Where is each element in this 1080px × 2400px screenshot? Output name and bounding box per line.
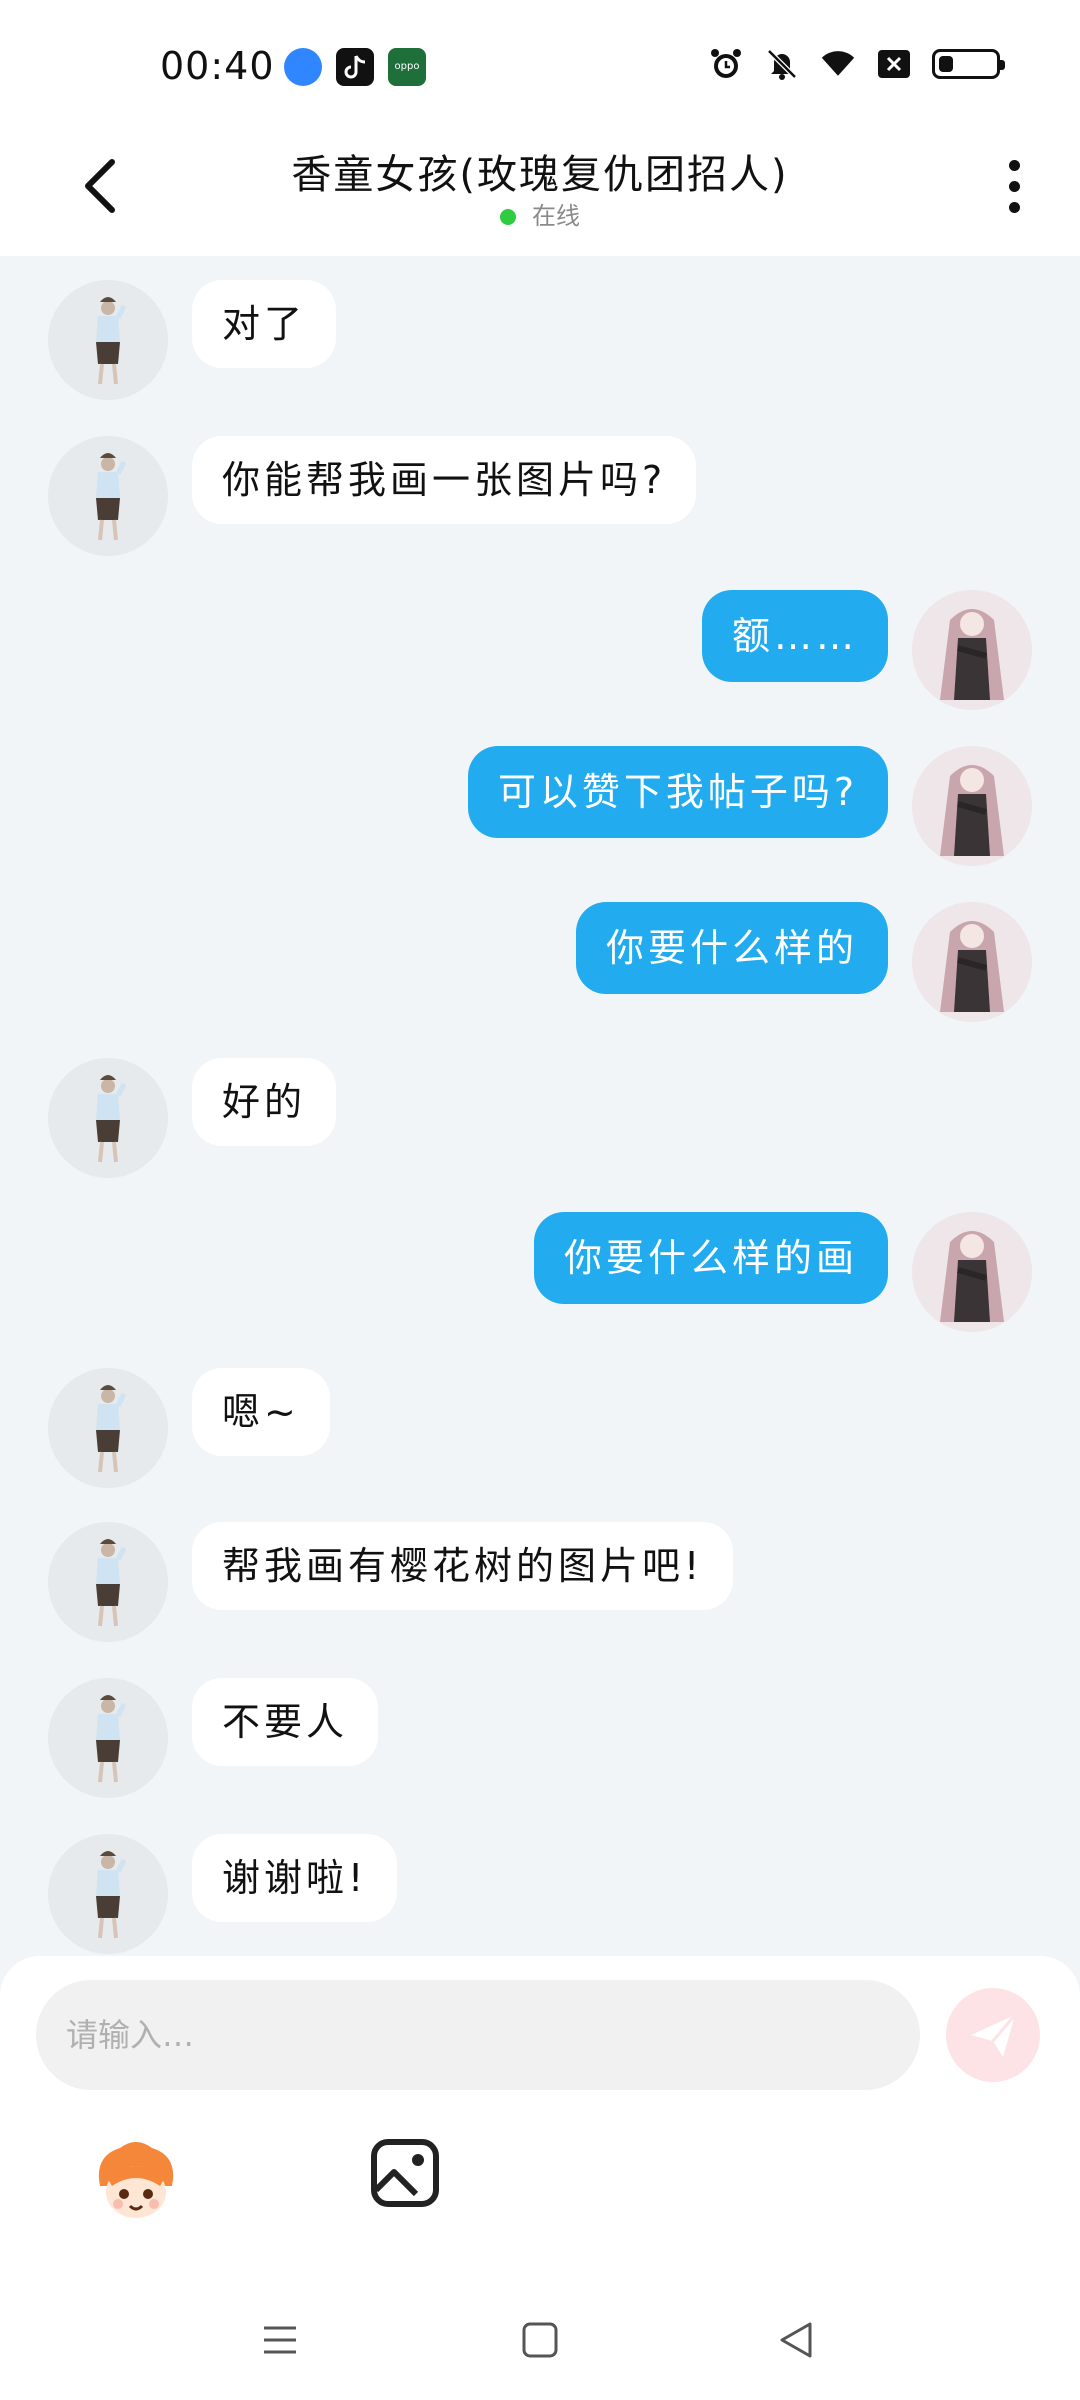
- oppo-icon: oppo: [388, 48, 426, 86]
- contact-avatar[interactable]: [48, 1678, 168, 1798]
- message-row: 好的: [0, 1058, 1080, 1182]
- my-avatar[interactable]: [912, 746, 1032, 866]
- incoming-message-bubble[interactable]: 不要人: [192, 1678, 379, 1766]
- no-sim-icon: [876, 46, 912, 82]
- contact-avatar[interactable]: [48, 436, 168, 556]
- contact-avatar[interactable]: [48, 280, 168, 400]
- contact-avatar[interactable]: [48, 1834, 168, 1954]
- emoji-sticker-button[interactable]: [90, 2136, 182, 2228]
- contact-avatar[interactable]: [48, 1058, 168, 1178]
- message-row: 对了: [0, 280, 1080, 404]
- message-row: 嗯~: [0, 1368, 1080, 1492]
- more-options-button[interactable]: [994, 154, 1034, 218]
- mute-icon: [764, 46, 800, 82]
- incoming-message-bubble[interactable]: 对了: [192, 280, 337, 368]
- browser-icon: [284, 48, 322, 86]
- online-status-label: 在线: [532, 202, 580, 230]
- message-row: 你要什么样的画: [0, 1212, 1080, 1336]
- battery-icon: [932, 49, 1005, 79]
- message-input[interactable]: [36, 1980, 920, 2090]
- image-picker-button[interactable]: [370, 2138, 440, 2208]
- online-dot: [500, 209, 516, 225]
- incoming-message-bubble[interactable]: 你能帮我画一张图片吗?: [192, 436, 697, 524]
- status-icons: [708, 46, 1005, 82]
- wifi-icon: [820, 46, 856, 82]
- chat-header: 香童女孩(玫瑰复仇团招人) 在线: [0, 120, 1080, 256]
- contact-avatar[interactable]: [48, 1368, 168, 1488]
- message-row: 额……: [0, 590, 1080, 714]
- message-row: 你要什么样的: [0, 902, 1080, 1026]
- status-time: 00:40: [160, 44, 275, 88]
- home-square-icon: [522, 2322, 558, 2358]
- more-dot: [1008, 180, 1020, 192]
- message-row: 你能帮我画一张图片吗?: [0, 436, 1080, 560]
- incoming-message-bubble[interactable]: 帮我画有樱花树的图片吧!: [192, 1522, 734, 1610]
- online-status: 在线: [0, 196, 1080, 231]
- tiktok-icon: [336, 48, 374, 86]
- message-row: 不要人: [0, 1678, 1080, 1802]
- outgoing-message-bubble[interactable]: 你要什么样的: [575, 902, 888, 994]
- outgoing-message-bubble[interactable]: 额……: [701, 590, 888, 682]
- my-avatar[interactable]: [912, 902, 1032, 1022]
- send-button[interactable]: [946, 1988, 1040, 2082]
- status-bar: 00:40 oppo: [0, 0, 1080, 120]
- triangle-back-icon: [780, 2322, 812, 2358]
- incoming-message-bubble[interactable]: 嗯~: [192, 1368, 330, 1456]
- mascot-emoji-icon: [98, 2142, 174, 2218]
- outgoing-message-bubble[interactable]: 你要什么样的画: [533, 1212, 888, 1304]
- more-dot: [1008, 159, 1020, 171]
- back-nav-button[interactable]: [766, 2310, 826, 2370]
- my-avatar[interactable]: [912, 590, 1032, 710]
- send-icon: [971, 2014, 1017, 2057]
- incoming-message-bubble[interactable]: 好的: [192, 1058, 337, 1146]
- menu-icon: [264, 2326, 296, 2354]
- image-icon: [371, 2139, 439, 2207]
- chat-title: 香童女孩(玫瑰复仇团招人): [291, 152, 789, 198]
- incoming-message-bubble[interactable]: 谢谢啦!: [192, 1834, 398, 1922]
- system-nav-bar: [0, 2270, 1080, 2400]
- home-button[interactable]: [510, 2310, 570, 2370]
- recents-button[interactable]: [250, 2310, 310, 2370]
- message-row: 帮我画有樱花树的图片吧!: [0, 1522, 1080, 1646]
- message-list[interactable]: 对了 你能帮我画一张图片吗? 额…… 可以赞下我帖子吗? 你要什么样的 好的 你…: [0, 256, 1080, 1956]
- more-dot: [1008, 201, 1020, 213]
- my-avatar[interactable]: [912, 1212, 1032, 1332]
- message-row: 谢谢啦!: [0, 1834, 1080, 1958]
- message-row: 可以赞下我帖子吗?: [0, 746, 1080, 870]
- outgoing-message-bubble[interactable]: 可以赞下我帖子吗?: [467, 746, 888, 838]
- alarm-icon: [708, 46, 744, 82]
- contact-avatar[interactable]: [48, 1522, 168, 1642]
